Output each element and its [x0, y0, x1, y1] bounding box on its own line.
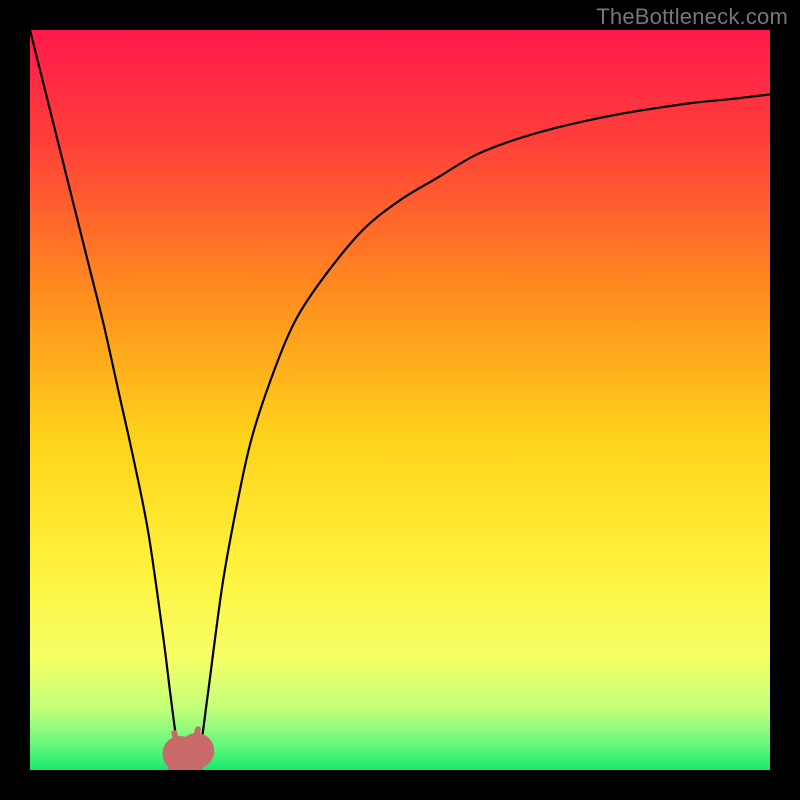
min-marker-right [179, 733, 215, 769]
bottleneck-chart [30, 30, 770, 770]
plot-area [30, 30, 770, 770]
watermark-text: TheBottleneck.com [596, 4, 788, 30]
gradient-background [30, 30, 770, 770]
chart-frame: TheBottleneck.com [0, 0, 800, 800]
